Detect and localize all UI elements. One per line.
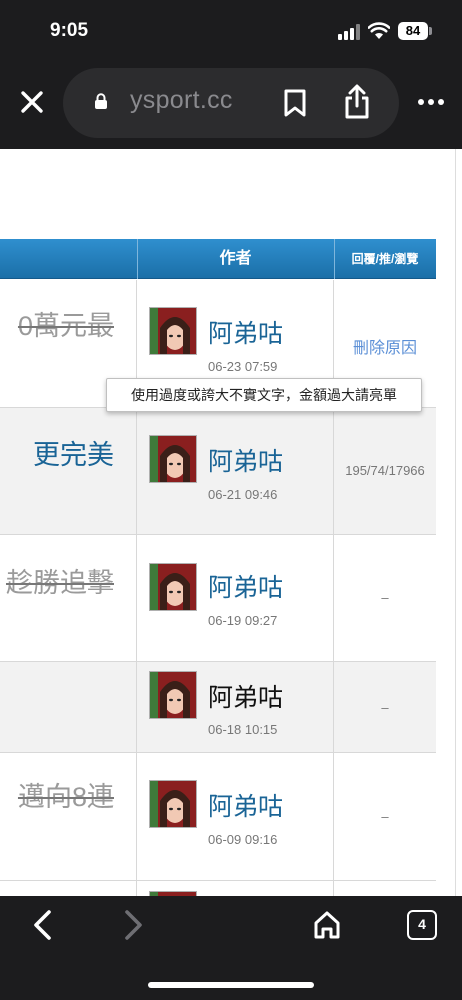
wifi-icon [368,22,390,39]
web-page-content: 作者 回覆/推/瀏覽 0萬元最 阿弟咕 06-23 07:59 刪除原因 更完美… [0,149,462,896]
bookmark-icon[interactable] [282,88,308,118]
title-cell [0,881,137,896]
author-cell [137,881,334,896]
title-cell: 趁勝追擊 [0,535,137,661]
status-time: 9:05 [50,20,89,41]
avatar[interactable] [149,435,197,483]
table-row: 阿弟咕 06-18 10:15 – [0,662,436,753]
stats-cell [334,881,436,896]
avatar[interactable] [149,671,197,719]
post-date: 06-09 09:16 [208,832,278,847]
thread-title-link[interactable]: 邁向8連 [18,775,114,814]
post-date: 06-21 09:46 [208,487,278,502]
stats-counts: – [381,809,389,824]
table-header: 作者 回覆/推/瀏覽 [0,239,436,279]
stats-cell: – [334,535,436,661]
more-icon[interactable] [416,96,446,108]
stats-counts: – [381,700,389,715]
page-edge [455,149,456,896]
table-row [0,881,436,896]
thread-title-link[interactable]: 更完美 [33,433,114,472]
header-stats: 回覆/推/瀏覽 [351,252,419,266]
stats-cell: – [334,662,436,752]
header-author: 作者 [219,250,252,267]
author-cell: 阿弟咕 06-21 09:46 [137,408,334,534]
battery-level: 84 [398,22,428,40]
title-cell: 更完美 [0,408,137,534]
cellular-signal-icon [338,24,360,40]
author-cell: 阿弟咕 06-09 09:16 [137,753,334,880]
table-row: 趁勝追擊 阿弟咕 06-19 09:27 – [0,535,436,662]
post-date: 06-23 07:59 [208,359,278,374]
author-name-link[interactable]: 阿弟咕 [208,678,283,714]
tabs-count-button[interactable]: 4 [407,910,437,940]
home-icon[interactable] [312,910,342,940]
author-name-link[interactable]: 阿弟咕 [208,568,283,604]
forward-icon[interactable] [122,908,146,942]
back-icon[interactable] [30,908,54,942]
post-date: 06-18 10:15 [208,722,278,737]
share-icon[interactable] [342,84,372,120]
author-cell: 阿弟咕 06-19 09:27 [137,535,334,661]
author-cell: 阿弟咕 06-18 10:15 [137,662,334,752]
post-date: 06-19 09:27 [208,613,278,628]
lock-icon [95,93,107,109]
title-cell [0,662,137,752]
thread-title-link[interactable]: 0萬元最 [18,304,114,343]
home-indicator [148,982,314,988]
avatar[interactable] [149,563,197,611]
delete-reason-link[interactable]: 刪除原因 [334,334,436,358]
title-cell: 邁向8連 [0,753,137,880]
table-row: 邁向8連 阿弟咕 06-09 09:16 – [0,753,436,881]
url-text[interactable]: ysport.cc [130,86,233,115]
stats-cell: – [334,753,436,880]
browser-top-bar: 9:05 84 ysport.cc [0,0,462,149]
avatar[interactable] [149,780,197,828]
close-icon[interactable] [18,88,46,116]
author-name-link[interactable]: 阿弟咕 [208,442,283,478]
url-text: ysport.cc [130,86,233,114]
table-row: 更完美 阿弟咕 06-21 09:46 195/74/17966 [0,408,436,535]
author-name-link[interactable]: 阿弟咕 [208,787,283,823]
stats-counts: – [381,590,389,605]
battery-nub [429,27,432,35]
tooltip: 使用過度或誇大不實文字，金額過大請亮單 [106,378,422,412]
thread-title-link[interactable]: 趁勝追擊 [6,561,114,600]
stats-cell: 195/74/17966 [334,408,436,534]
avatar[interactable] [149,307,197,355]
stats-counts: 195/74/17966 [345,463,425,478]
author-name-link[interactable]: 阿弟咕 [208,314,283,350]
